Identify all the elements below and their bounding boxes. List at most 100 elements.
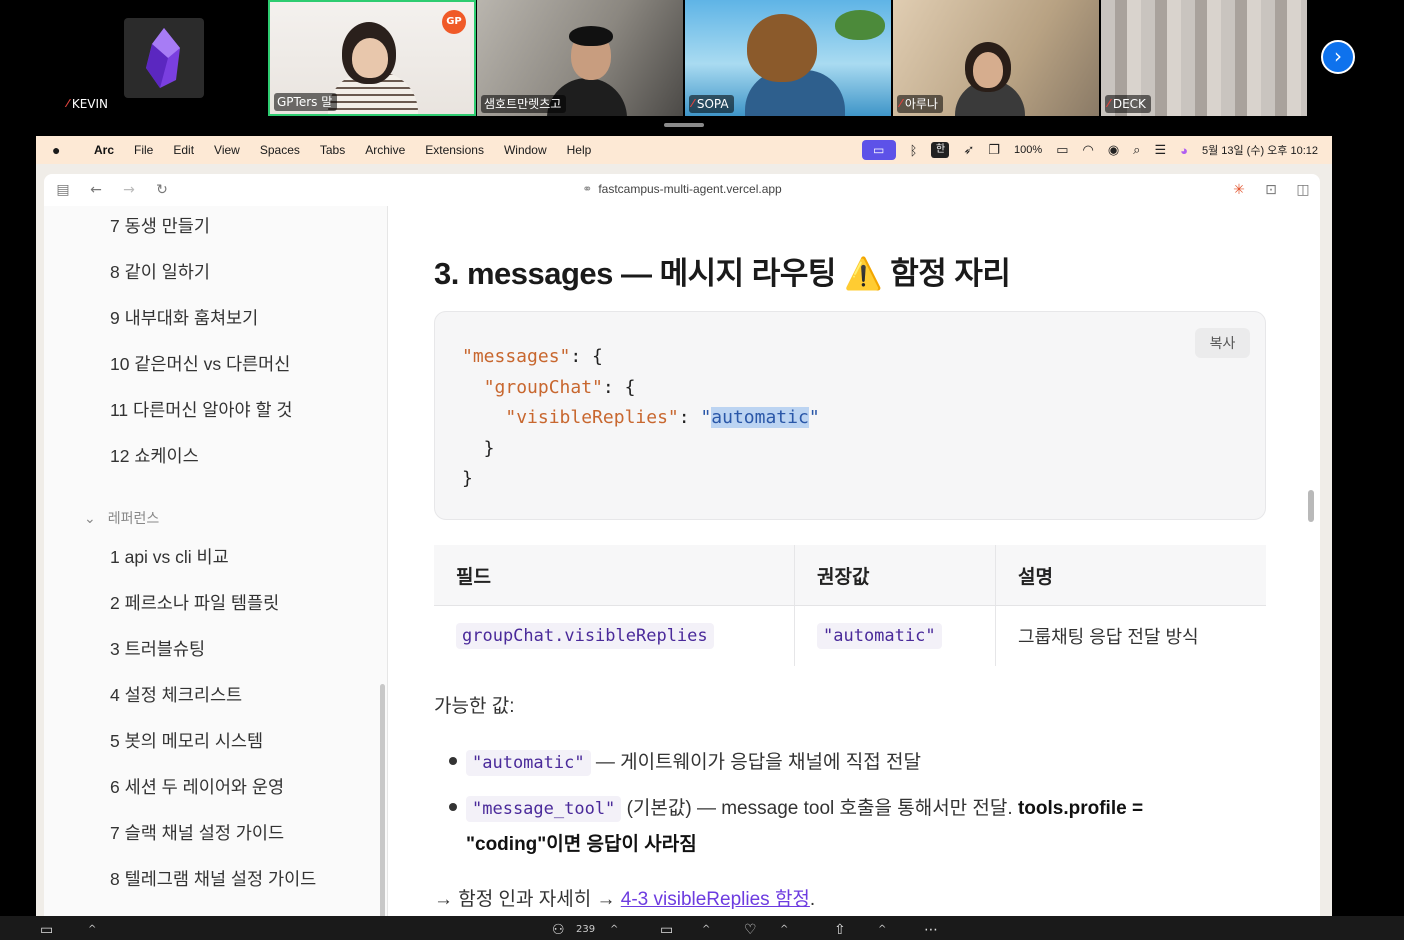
search-icon[interactable]: ⌕ (1133, 142, 1140, 158)
user-icon[interactable]: ◉ (1108, 142, 1119, 158)
chevron-up-icon[interactable]: ^ (780, 924, 788, 935)
menu-tabs[interactable]: Tabs (310, 143, 355, 157)
table-header-row: 필드 권장값 설명 (434, 545, 1266, 606)
nav-item[interactable]: 9 내부대화 훔쳐보기 (110, 305, 258, 330)
chevron-up-icon[interactable]: ^ (702, 924, 710, 935)
warning-icon: ⚠️ (844, 256, 883, 291)
nav-item[interactable]: 8 텔레그램 채널 설정 가이드 (110, 866, 316, 891)
participant-tile-sam[interactable]: 샘호트만렛츠고 (477, 0, 683, 116)
bullet-item: "message_tool" (기본값) — message tool 호출을 … (466, 793, 1143, 822)
code-text[interactable]: "messages": { "groupChat": { "visibleRep… (462, 342, 820, 495)
bluetooth-icon[interactable]: ᛒ (910, 143, 918, 158)
nav-item[interactable]: 10 같은머신 vs 다른머신 (110, 351, 290, 376)
nav-item[interactable]: 7 동생 만들기 (110, 213, 210, 238)
nav-item[interactable]: 11 다른머신 알아야 할 것 (110, 397, 293, 422)
menu-items: Arc File Edit View Spaces Tabs Archive E… (84, 143, 601, 157)
nav-section-reference[interactable]: ⌄ 레퍼런스 (84, 508, 159, 528)
nav-item[interactable]: 12 쇼케이스 (110, 443, 199, 468)
menu-app-name[interactable]: Arc (84, 143, 124, 157)
mac-menu-bar: ● Arc File Edit View Spaces Tabs Archive… (36, 136, 1332, 164)
menu-archive[interactable]: Archive (355, 143, 415, 157)
possible-values-label: 가능한 값: (434, 696, 515, 717)
wifi-icon[interactable]: ◠ (1082, 142, 1093, 158)
sidebar-scrollbar[interactable] (380, 684, 385, 916)
menu-window[interactable]: Window (494, 143, 557, 157)
participant-tile-kevin[interactable]: ⁄ KEVIN (60, 0, 266, 116)
input-source-icon[interactable]: 한 (931, 142, 950, 158)
battery-icon[interactable]: ▭ (1056, 142, 1068, 158)
strip-resize-handle[interactable] (664, 123, 704, 127)
nav-item[interactable]: 1 api vs cli 비교 (110, 544, 229, 569)
menu-view[interactable]: View (204, 143, 250, 157)
mic-muted-icon: ⁄ (692, 97, 694, 110)
browser-toolbar: ▤ ← → ↻ ⚭ fastcampus-multi-agent.vercel.a… (44, 174, 1320, 206)
copy-button[interactable]: 복사 (1195, 328, 1250, 358)
nav-item[interactable]: 3 트러블슈팅 (110, 636, 205, 661)
claude-extension-icon[interactable]: ✳ (1230, 181, 1248, 199)
more-icon[interactable]: ⋯ (924, 922, 938, 938)
siri-icon[interactable]: ◕ (1180, 143, 1188, 158)
nav-item[interactable]: 7 슬랙 채널 설정 가이드 (110, 820, 284, 845)
docs-sidebar: 7 동생 만들기 8 같이 일하기 9 내부대화 훔쳐보기 10 같은머신 vs… (44, 206, 388, 916)
participant-video (352, 38, 388, 78)
menu-edit[interactable]: Edit (163, 143, 204, 157)
table-header: 설명 (1018, 566, 1053, 588)
table-header: 필드 (434, 545, 795, 605)
chevron-right-icon: › (1334, 44, 1342, 68)
doc-content: 3. messages — 메시지 라우팅 ⚠️ 함정 자리 "messages… (389, 206, 1320, 916)
chevron-up-icon[interactable]: ^ (878, 924, 886, 935)
selected-text[interactable]: automatic (711, 407, 809, 429)
participant-tile-sopa[interactable]: ⁄ SOPA (685, 0, 891, 116)
next-page-button[interactable]: › (1321, 40, 1355, 74)
screen-share-icon[interactable]: ▭ (861, 140, 896, 160)
menu-clock[interactable]: 5월 13일 (수) 오후 10:12 (1202, 142, 1318, 158)
nav-item[interactable]: 4 설정 체크리스트 (110, 682, 242, 707)
participant-name-label: ⁄ DECK (1105, 95, 1151, 113)
menu-help[interactable]: Help (557, 143, 602, 157)
battery-percent: 100% (1014, 144, 1043, 156)
browser-window: ▤ ← → ↻ ⚭ fastcampus-multi-agent.vercel.a… (44, 174, 1320, 916)
mic-muted-icon: ⁄ (67, 97, 69, 110)
content-scrollbar[interactable] (1308, 490, 1314, 522)
participant-name-label: ⁄ SOPA (689, 95, 734, 113)
react-icon[interactable]: ♡ (744, 922, 757, 938)
participant-name-label: ⁄ KEVIN (64, 95, 114, 113)
chevron-up-icon[interactable]: ^ (610, 924, 618, 935)
participant-strip: ⁄ KEVIN GP GPTers 말 샘호트만렛츠고 ⁄ SOPA ⁄ 아루나… (0, 0, 1404, 120)
video-off-icon[interactable]: ▭ (40, 922, 53, 938)
nav-item[interactable]: 2 페르소나 파일 템플릿 (110, 590, 279, 615)
trap-reference: → 함정 인과 자세히 → 4-3 visibleReplies 함정. (434, 889, 816, 910)
nav-item[interactable]: 6 세션 두 레이어와 운영 (110, 774, 284, 799)
chat-icon[interactable]: ▭ (660, 922, 673, 938)
chevron-up-icon[interactable]: ^ (88, 924, 96, 935)
bullet-item-continued: "coding"이면 응답이 사라짐 (466, 834, 697, 855)
table-row: groupChat.visibleReplies "automatic" 그룹채… (434, 606, 1266, 666)
menu-extensions[interactable]: Extensions (415, 143, 494, 157)
participant-tile-gpters[interactable]: GP GPTers 말 (268, 0, 476, 116)
participant-video (569, 26, 613, 46)
bullet-item: "automatic" — 게이트웨이가 응답을 채널에 직접 전달 (466, 747, 921, 776)
cursor-icon[interactable]: ➶ (963, 142, 974, 158)
mic-muted-icon: ⁄ (1108, 97, 1110, 110)
table-cell: "automatic" (795, 606, 996, 666)
trap-link[interactable]: 4-3 visibleReplies 함정 (621, 889, 810, 910)
capture-icon[interactable]: ⊡ (1262, 181, 1280, 199)
nav-item[interactable]: 5 봇의 메모리 시스템 (110, 728, 263, 753)
participant-tile-aruna[interactable]: ⁄ 아루나 (893, 0, 1099, 116)
split-view-icon[interactable]: ◫ (1294, 181, 1312, 199)
nav-item[interactable]: 8 같이 일하기 (110, 259, 210, 284)
apple-icon[interactable]: ● (52, 142, 66, 158)
participants-icon[interactable]: ⚇ (552, 922, 565, 938)
window-icon[interactable]: ❐ (988, 142, 1000, 158)
participant-name-label: ⁄ 아루나 (897, 95, 943, 113)
mic-muted-icon: ⁄ (900, 97, 902, 110)
participant-tile-deck[interactable]: ⁄ DECK (1101, 0, 1307, 116)
url-bar[interactable]: ⚭ fastcampus-multi-agent.vercel.app (44, 182, 1320, 196)
control-center-icon[interactable]: ☰ (1154, 142, 1166, 158)
menu-file[interactable]: File (124, 143, 163, 157)
share-screen-icon[interactable]: ⇧ (834, 922, 846, 938)
gpters-logo-icon: GP (442, 10, 466, 34)
bullet-dot (449, 803, 457, 811)
menu-spaces[interactable]: Spaces (250, 143, 310, 157)
table-cell: 그룹채팅 응답 전달 방식 (1018, 627, 1199, 647)
